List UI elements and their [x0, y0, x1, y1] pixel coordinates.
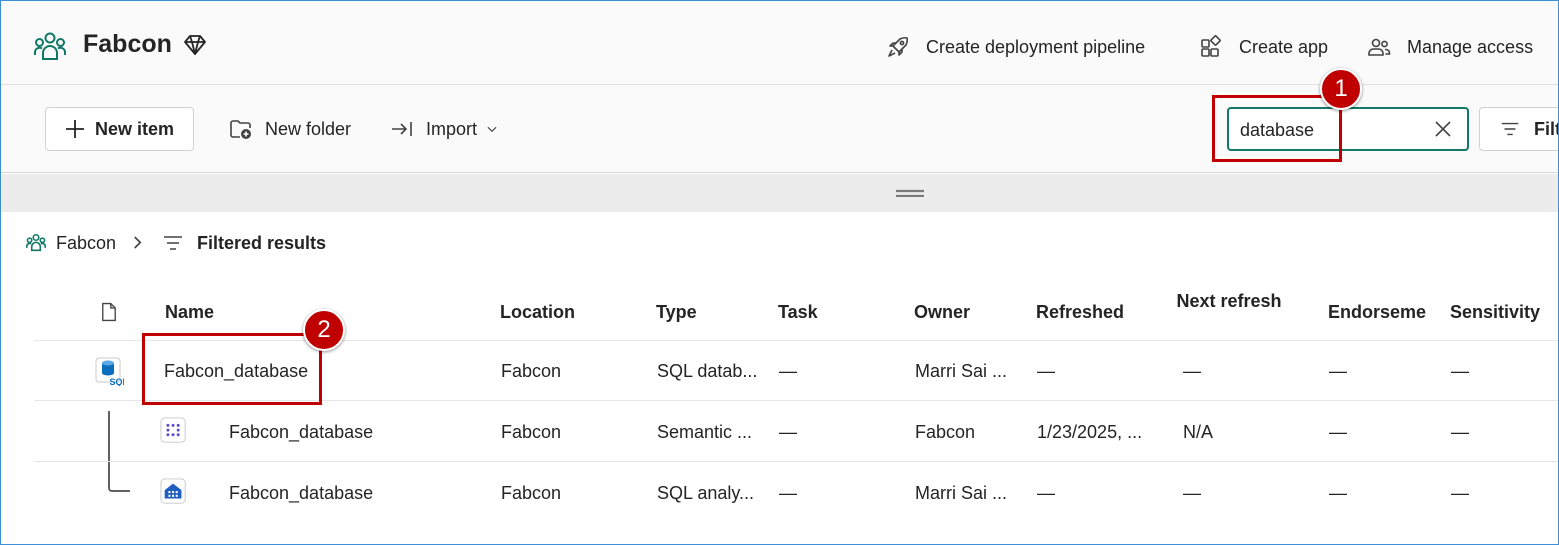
pane-splitter[interactable]	[1, 174, 1558, 212]
row-location: Fabcon	[501, 361, 562, 381]
row-type: SQL datab...	[657, 361, 758, 381]
column-header-next-refresh[interactable]: Next refresh	[1169, 289, 1289, 313]
filter-label: Filter	[1533, 118, 1558, 139]
new-folder-icon	[230, 120, 251, 139]
breadcrumb-current-label: Filtered results	[197, 232, 327, 253]
row-location: Fabcon	[501, 422, 562, 442]
create-app-label: Create app	[1239, 36, 1329, 57]
column-header-endorsement[interactable]: Endorseme	[1328, 302, 1426, 323]
workspace-header: Fabcon Create deployment pipeline Create…	[1, 1, 1558, 85]
app-grid-icon	[1201, 35, 1221, 57]
app-frame: Fabcon Create deployment pipeline Create…	[0, 0, 1559, 545]
create-deployment-pipeline-button[interactable]: Create deployment pipeline	[886, 34, 1145, 60]
row-name-link[interactable]: Fabcon_database	[229, 483, 373, 504]
row-refreshed: —	[1037, 361, 1055, 381]
row-next-refresh: —	[1183, 483, 1201, 503]
row-endorsement: —	[1329, 483, 1347, 503]
annotation-badge-2: 2	[303, 309, 345, 351]
filter-icon	[1501, 122, 1519, 136]
annotation-box-search	[1212, 95, 1342, 162]
plus-icon	[66, 120, 84, 138]
semantic-model-icon	[160, 417, 190, 447]
rocket-icon	[888, 36, 909, 57]
chevron-down-icon	[487, 126, 497, 133]
manage-access-label: Manage access	[1407, 36, 1534, 57]
file-type-icon	[102, 302, 116, 322]
create-deployment-pipeline-label: Create deployment pipeline	[926, 36, 1146, 57]
row-refreshed: 1/23/2025, ...	[1037, 422, 1143, 442]
row-task: —	[779, 422, 797, 442]
column-header-type[interactable]: Type	[656, 302, 697, 323]
breadcrumb-workspace-link[interactable]: Fabcon	[56, 233, 116, 254]
new-item-button[interactable]: New item	[45, 107, 194, 151]
workspace-people-icon	[34, 32, 66, 60]
row-refreshed: —	[1037, 483, 1055, 503]
row-task: —	[779, 361, 797, 381]
manage-access-button[interactable]: Manage access	[1367, 34, 1533, 60]
close-icon[interactable]	[1433, 119, 1453, 139]
row-name-link[interactable]: Fabcon_database	[229, 422, 373, 443]
column-header-task[interactable]: Task	[778, 302, 818, 323]
column-header-name[interactable]: Name	[165, 302, 214, 323]
workspace-title: Fabcon	[83, 30, 172, 58]
row-next-refresh: —	[1183, 361, 1201, 381]
row-owner: Marri Sai ...	[915, 483, 1008, 503]
new-folder-button[interactable]: New folder	[229, 115, 351, 143]
column-header-owner[interactable]: Owner	[914, 302, 970, 323]
create-app-button[interactable]: Create app	[1199, 34, 1328, 60]
sql-analytics-endpoint-icon	[160, 478, 190, 508]
import-arrow-icon	[392, 122, 412, 136]
table-row[interactable]: Fabcon_database Fabcon Semantic ... — Fa…	[34, 401, 1558, 461]
row-type: Semantic ...	[657, 422, 753, 442]
row-endorsement: —	[1329, 361, 1347, 381]
filter-icon	[164, 236, 182, 250]
breadcrumb: Fabcon	[25, 231, 116, 255]
sql-icon-text: SQL	[110, 377, 125, 386]
row-owner: Marri Sai ...	[915, 361, 1008, 381]
table-row[interactable]: Fabcon_database Fabcon SQL analy... — Ma…	[34, 462, 1558, 522]
row-type: SQL analy...	[657, 483, 755, 503]
row-endorsement: —	[1329, 422, 1347, 442]
row-task: —	[779, 483, 797, 503]
annotation-badge-1: 1	[1320, 68, 1362, 110]
import-label: Import	[426, 118, 478, 139]
drag-handle-icon[interactable]	[896, 189, 924, 197]
row-next-refresh: N/A	[1183, 422, 1214, 442]
row-sensitivity: —	[1451, 422, 1469, 442]
new-item-label: New item	[95, 118, 175, 139]
chevron-right-icon	[134, 236, 142, 249]
column-header-refreshed[interactable]: Refreshed	[1036, 302, 1124, 323]
annotation-box-row	[142, 333, 322, 405]
row-owner: Fabcon	[915, 422, 976, 442]
column-header-location[interactable]: Location	[500, 302, 575, 323]
sql-database-icon: SQL	[94, 356, 129, 387]
filter-button[interactable]: Filter	[1479, 107, 1558, 151]
row-sensitivity: —	[1451, 483, 1469, 503]
column-header-sensitivity[interactable]: Sensitivity	[1450, 302, 1540, 323]
row-sensitivity: —	[1451, 361, 1469, 381]
import-dropdown[interactable]: Import	[390, 115, 499, 143]
row-location: Fabcon	[501, 483, 562, 503]
workspace-people-icon	[26, 233, 46, 252]
new-folder-label: New folder	[265, 118, 352, 139]
diamond-icon	[184, 35, 206, 55]
breadcrumb-current: Filtered results	[162, 231, 326, 255]
people-icon	[1368, 38, 1391, 56]
